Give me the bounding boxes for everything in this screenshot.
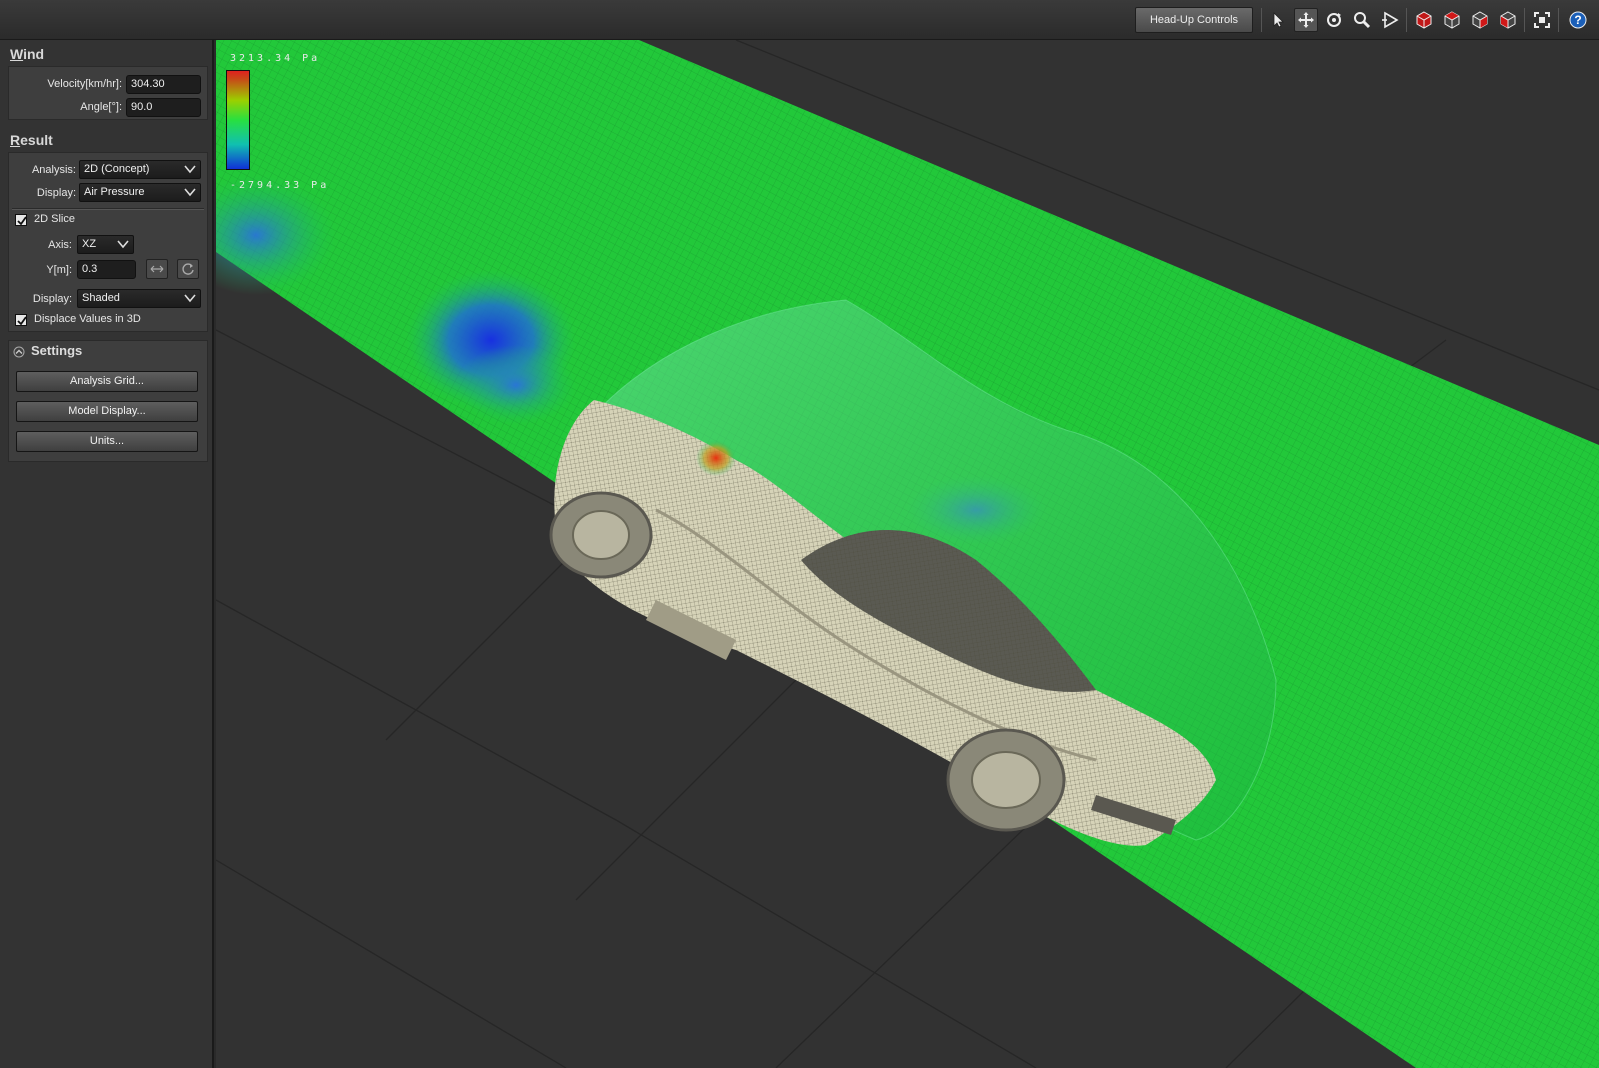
view-cube-front-icon[interactable] [1412,8,1436,32]
slice-reset-button[interactable] [177,259,199,279]
analysis-select[interactable]: 2D (Concept) [79,160,201,179]
legend-min-label: -2794.33 Pa [230,180,330,191]
y-label: Y[m]: [46,264,72,276]
units-button[interactable]: Units... [16,431,198,452]
refresh-icon [182,263,194,275]
view-cube-right-icon[interactable] [1468,8,1492,32]
pan-icon[interactable] [1294,8,1318,32]
chevron-down-icon [184,188,196,197]
y-input[interactable]: 0.3 [77,260,136,279]
shade-display-select[interactable]: Shaded [77,289,201,308]
toolbar-separator [1261,8,1262,32]
wind-section-title: Wind [10,46,45,62]
velocity-label: Velocity[km/hr]: [47,78,122,90]
result-section-title: Result [10,132,53,148]
analysis-grid-button[interactable]: Analysis Grid... [16,371,198,392]
analysis-value: 2D (Concept) [84,163,150,175]
2d-slice-checkbox[interactable] [15,214,27,226]
toolbar-separator [1406,8,1407,32]
toolbar-separator [1524,8,1525,32]
app-window: Head-Up Controls ? Wind Velocity[km/hr]:… [0,0,1599,1068]
settings-section-title: Settings [31,343,83,358]
analysis-label: Analysis: [31,164,76,176]
select-arrow-icon[interactable] [1266,8,1290,32]
3d-viewport[interactable]: 3213.34 Pa -2794.33 Pa [216,40,1599,1068]
shade-display-label: Display: [32,293,72,305]
svg-text:?: ? [1574,13,1581,27]
head-up-controls-button[interactable]: Head-Up Controls [1135,7,1253,33]
axis-label: Axis: [48,239,72,251]
model-display-button[interactable]: Model Display... [16,401,198,422]
angle-input[interactable]: 90.0 [126,98,201,117]
view-cube-iso-icon[interactable] [1496,8,1520,32]
fit-view-icon[interactable] [1530,8,1554,32]
collapse-icon[interactable] [13,346,25,358]
zoom-icon[interactable] [1350,8,1374,32]
checkmark-icon [17,316,27,326]
chevron-down-icon [117,240,129,249]
pressure-color-legend [226,70,250,170]
checkmark-icon [17,216,27,226]
legend-max-label: 3213.34 Pa [230,53,321,64]
display-select[interactable]: Air Pressure [79,183,201,202]
arrows-horizontal-icon [150,265,164,273]
displace-values-checkbox[interactable] [15,314,27,326]
help-icon[interactable]: ? [1566,8,1590,32]
displace-values-label: Displace Values in 3D [34,313,141,325]
display-value: Air Pressure [84,186,145,198]
axis-select[interactable]: XZ [77,235,134,254]
slice-slider-button[interactable] [146,259,168,279]
toolbar-separator [1558,8,1559,32]
wind-tunnel-scene [216,40,1599,1068]
divider [12,208,204,210]
chevron-down-icon [184,165,196,174]
velocity-input[interactable]: 304.30 [126,75,201,94]
properties-panel: Wind Velocity[km/hr]: 304.30 Angle[°]: 9… [0,40,214,1068]
display-label: Display: [36,187,76,199]
shade-display-value: Shaded [82,292,120,304]
2d-slice-label: 2D Slice [34,213,75,225]
angle-label: Angle[°]: [80,101,122,113]
play-icon[interactable] [1378,8,1402,32]
orbit-icon[interactable] [1322,8,1346,32]
axis-value: XZ [82,238,97,250]
top-toolbar: Head-Up Controls ? [0,0,1599,40]
view-cube-top-icon[interactable] [1440,8,1464,32]
chevron-down-icon [184,294,196,303]
